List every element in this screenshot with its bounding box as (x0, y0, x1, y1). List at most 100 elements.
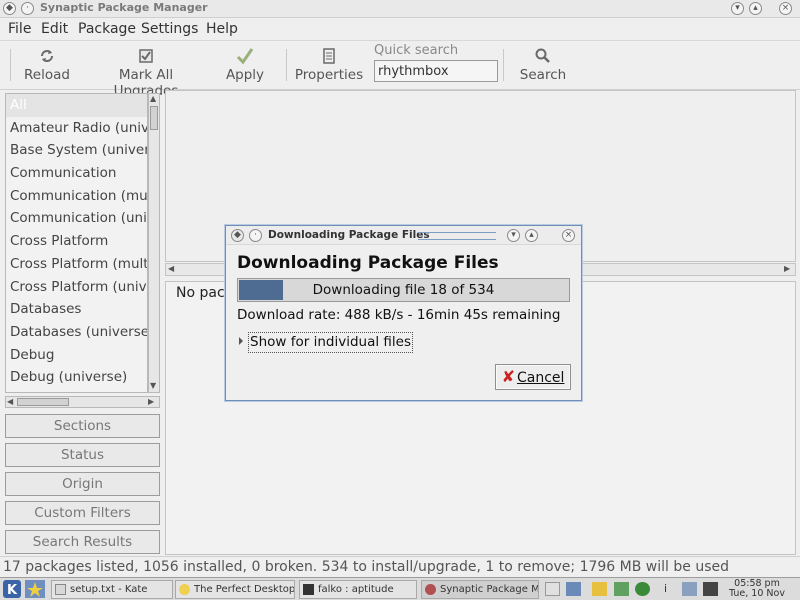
task-label: falko : aptitude (318, 584, 394, 595)
quick-search-label: Quick search (374, 43, 459, 58)
dialog-heading: Downloading Package Files (237, 253, 499, 273)
download-rate-text: Download rate: 488 kB/s - 16min 45s rema… (237, 307, 561, 323)
minimize-icon[interactable]: ▾ (507, 229, 520, 242)
task-kate[interactable]: setup.txt - Kate (51, 580, 173, 599)
category-item[interactable]: Databases (6, 298, 147, 321)
category-item[interactable]: Communication (uni (6, 207, 147, 230)
status-text: 17 packages listed, 1056 installed, 0 br… (3, 559, 729, 575)
menu-package[interactable]: Package (78, 21, 136, 37)
search-label: Search (519, 67, 567, 83)
reload-icon (41, 50, 53, 62)
search-results-button[interactable]: Search Results (5, 530, 160, 554)
toolbar: Reload Mark All Upgrades Apply Propertie… (0, 40, 800, 99)
menu-bar: File Edit Package Settings Help (0, 18, 800, 40)
quick-search-input[interactable] (374, 60, 498, 82)
category-item[interactable]: Debug (6, 344, 147, 367)
reload-button[interactable]: Reload (22, 47, 72, 83)
category-horizontal-scrollbar[interactable]: ◀ ▶ (5, 396, 160, 408)
apply-button[interactable]: Apply (222, 47, 268, 83)
origin-button[interactable]: Origin (5, 472, 160, 496)
category-vertical-scrollbar[interactable]: ▲ ▼ (148, 93, 160, 393)
sticky-icon[interactable]: · (21, 2, 34, 15)
category-item[interactable]: Cross Platform (univ (6, 276, 147, 299)
search-button[interactable]: Search (516, 47, 570, 83)
category-item[interactable]: Communication (6, 162, 147, 185)
cancel-label: Cancel (516, 370, 565, 386)
close-icon[interactable]: × (779, 2, 792, 15)
scroll-thumb[interactable] (150, 106, 158, 130)
cancel-button[interactable]: ✘ Cancel (495, 364, 571, 390)
status-bar: 17 packages listed, 1056 installed, 0 br… (0, 556, 800, 576)
custom-filters-button[interactable]: Custom Filters (5, 501, 160, 525)
task-terminal[interactable]: falko : aptitude (299, 580, 417, 599)
minimize-icon[interactable]: ▾ (731, 2, 744, 15)
properties-button[interactable]: Properties (294, 47, 364, 83)
expander-label: Show for individual files (248, 332, 413, 353)
maximize-icon[interactable]: ▴ (749, 2, 762, 15)
apply-check-icon (236, 48, 254, 65)
titlebar-grip (418, 232, 496, 240)
task-label: setup.txt - Kate (70, 584, 148, 595)
star-launcher-icon[interactable] (25, 580, 45, 598)
properties-label: Properties (294, 67, 364, 83)
folder-icon[interactable] (592, 582, 607, 596)
close-icon[interactable]: × (562, 229, 575, 242)
download-progress-bar: Downloading file 18 of 534 (237, 278, 570, 302)
pager-icon[interactable] (545, 582, 560, 596)
window-title: Synaptic Package Manager (40, 1, 208, 14)
cancel-icon: ✘ (501, 367, 515, 386)
task-synaptic[interactable]: Synaptic Package Ma (421, 580, 539, 599)
update-notifier-icon[interactable] (635, 582, 650, 596)
expander-arrow-icon (239, 337, 243, 345)
maximize-icon[interactable]: ▴ (525, 229, 538, 242)
volume-icon[interactable] (703, 582, 718, 596)
scroll-left-icon[interactable]: ◀ (168, 264, 174, 273)
dialog-app-icon[interactable]: ◆ (231, 229, 244, 242)
info-icon[interactable]: i (658, 582, 673, 596)
browser-icon (179, 584, 190, 595)
reload-label: Reload (24, 67, 70, 83)
sections-button[interactable]: Sections (5, 414, 160, 438)
svg-text:K: K (7, 583, 18, 598)
toolbar-separator (286, 49, 287, 81)
apply-label: Apply (225, 67, 265, 83)
progress-text: Downloading file 18 of 534 (312, 282, 495, 298)
task-browser[interactable]: The Perfect Desktop (175, 580, 295, 599)
menu-settings[interactable]: Settings (141, 21, 198, 37)
category-item[interactable]: Debug (universe) (6, 366, 147, 389)
dialog-titlebar[interactable]: ◆ · Downloading Package Files ▾ ▴ × (226, 226, 581, 245)
mark-upgrades-icon (139, 49, 153, 63)
category-item[interactable]: Databases (universe) (6, 321, 147, 344)
scroll-right-icon[interactable]: ▶ (148, 397, 154, 406)
category-item[interactable]: Amateur Radio (univ (6, 117, 147, 140)
menu-help[interactable]: Help (206, 21, 238, 37)
toolbar-separator (503, 49, 504, 81)
menu-edit[interactable]: Edit (41, 21, 68, 37)
scroll-thumb[interactable] (17, 398, 69, 406)
search-icon (535, 48, 550, 63)
window-titlebar[interactable]: ◆ · Synaptic Package Manager ▾ ▴ × (0, 0, 800, 18)
category-item[interactable]: All (6, 94, 147, 117)
scroll-up-icon[interactable]: ▲ (150, 94, 156, 103)
category-item[interactable]: Cross Platform (6, 230, 147, 253)
category-item[interactable]: Base System (univer (6, 139, 147, 162)
kde-menu-icon[interactable]: K (3, 580, 21, 598)
menu-file[interactable]: File (8, 21, 31, 37)
taskbar: K setup.txt - Kate The Perfect Desktop f… (0, 577, 800, 600)
sticky-icon[interactable]: · (249, 229, 262, 242)
network-icon[interactable] (614, 582, 629, 596)
clock[interactable]: 05:58 pm Tue, 10 Nov (724, 579, 790, 599)
scroll-right-icon[interactable]: ▶ (784, 264, 790, 273)
download-dialog: ◆ · Downloading Package Files ▾ ▴ × Down… (225, 225, 582, 401)
app-menu-icon[interactable]: ◆ (3, 2, 16, 15)
status-button[interactable]: Status (5, 443, 160, 467)
mail-icon[interactable] (566, 582, 581, 596)
scroll-down-icon[interactable]: ▼ (150, 381, 156, 390)
task-label: The Perfect Desktop (194, 584, 295, 595)
display-icon[interactable] (682, 582, 697, 596)
category-item[interactable]: Communication (mu (6, 185, 147, 208)
terminal-icon (303, 584, 314, 595)
scroll-left-icon[interactable]: ◀ (7, 397, 13, 406)
category-item[interactable]: Cross Platform (mult (6, 253, 147, 276)
text-editor-icon (55, 584, 66, 595)
